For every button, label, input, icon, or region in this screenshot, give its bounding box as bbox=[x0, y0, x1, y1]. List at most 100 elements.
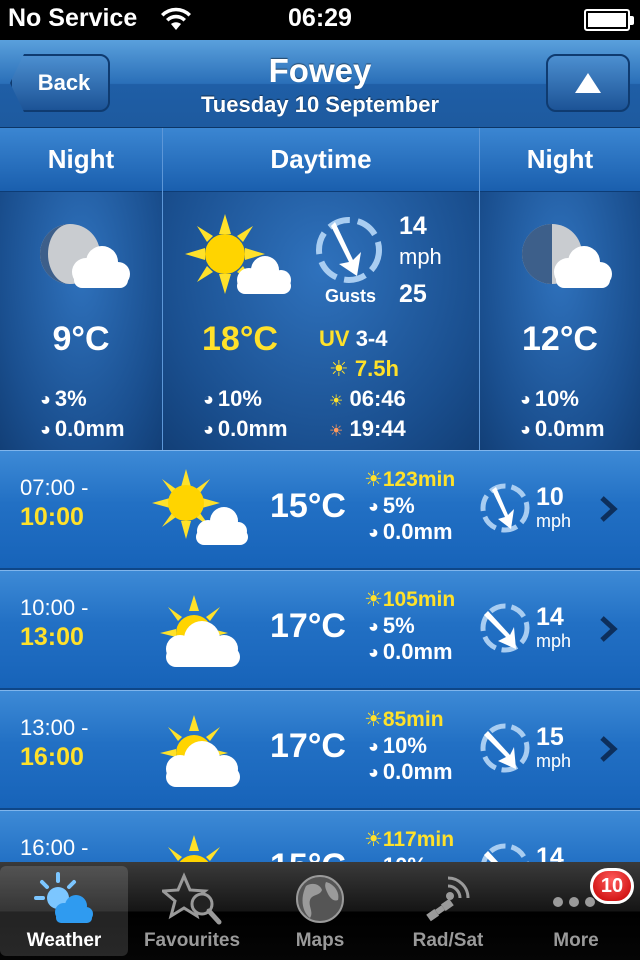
summary-temperature: 9°C bbox=[52, 320, 110, 358]
sunshine-minutes: 85min bbox=[382, 708, 444, 731]
row-temperature: 17°C bbox=[270, 727, 346, 765]
tab-maps[interactable]: Maps bbox=[256, 862, 384, 960]
precip-amount: 0.0mm bbox=[534, 416, 605, 441]
summary-daytime: Daytime 14 mph Gusts 25 18°C UV 3-4 ☀ 7.… bbox=[162, 128, 479, 450]
wind-unit: mph bbox=[536, 511, 572, 531]
sun-cloud-icon bbox=[152, 469, 248, 545]
precip-amount: 0.0mm bbox=[217, 416, 288, 441]
cloud-sun-icon bbox=[168, 835, 220, 862]
chevron-right-icon bbox=[600, 496, 618, 522]
sun-icon: ☀ bbox=[364, 708, 383, 731]
period-start: 16:00 - bbox=[20, 835, 89, 860]
wind-unit: mph bbox=[399, 244, 442, 269]
precip-chance: 10% bbox=[534, 386, 579, 411]
tab-more[interactable]: 10 More bbox=[512, 862, 640, 960]
raindrop-icon: ◕ bbox=[368, 762, 379, 782]
raindrop-icon: ◕ bbox=[40, 419, 51, 439]
wind-unit: mph bbox=[536, 751, 572, 771]
cloud-sun-icon bbox=[160, 595, 240, 667]
summary-temperature: 12°C bbox=[522, 320, 598, 358]
sun-cloud-icon bbox=[185, 214, 291, 294]
tab-favourites[interactable]: Favourites bbox=[128, 862, 256, 960]
cloud-sun-icon bbox=[160, 715, 240, 787]
raindrop-icon: ◕ bbox=[368, 736, 379, 756]
sunshine-minutes: 123min bbox=[382, 468, 456, 491]
tab-bar: Weather Favourites Maps Rad/Sat 10 More bbox=[0, 862, 640, 960]
page-title: Fowey bbox=[268, 52, 372, 89]
sun-icon: ☀ bbox=[364, 828, 383, 851]
uv-label: UV bbox=[319, 326, 350, 351]
forecast-row[interactable]: 16:00 - 15°C ☀117min ◕10% 14 bbox=[0, 810, 640, 862]
row-temperature: 15°C bbox=[270, 487, 346, 525]
sunshine-minutes: 105min bbox=[382, 588, 456, 611]
page-subtitle: Tuesday 10 September bbox=[200, 92, 440, 117]
forecast-row[interactable]: 07:00 - 10:00 15°C ☀123min ◕ 5% ◕ 0.0mm 10… bbox=[0, 450, 640, 570]
tab-label: More bbox=[553, 930, 599, 951]
gusts-speed: 25 bbox=[399, 280, 427, 308]
notification-badge: 10 bbox=[590, 868, 634, 904]
raindrop-icon: ◕ bbox=[520, 389, 531, 409]
wind-direction-icon bbox=[480, 723, 530, 773]
weather-icon bbox=[34, 872, 93, 923]
moon-cloud-icon bbox=[40, 224, 130, 288]
raindrop-icon: ◕ bbox=[368, 522, 379, 542]
period-start: 13:00 - bbox=[20, 715, 89, 740]
wind-unit: mph bbox=[536, 631, 572, 651]
sunshine-hours: 7.5h bbox=[354, 356, 399, 381]
wind-speed: 10 bbox=[536, 483, 564, 511]
precip-amount: 0.0mm bbox=[382, 519, 453, 544]
raindrop-icon: ◕ bbox=[40, 389, 51, 409]
precip-chance: 5% bbox=[382, 613, 415, 638]
row-temperature: 17°C bbox=[270, 607, 346, 645]
precip-chance: 5% bbox=[382, 493, 415, 518]
wind-direction-icon bbox=[316, 217, 382, 283]
precip-amount: 0.0mm bbox=[382, 759, 453, 784]
star-search-icon bbox=[162, 872, 222, 925]
raindrop-icon: ◕ bbox=[368, 642, 379, 662]
precip-chance: 10% bbox=[383, 853, 427, 862]
globe-icon bbox=[296, 875, 344, 923]
tab-label: Weather bbox=[26, 930, 102, 951]
summary-night-early: Night 9°C ◕ 3% ◕ 0.0mm bbox=[0, 128, 162, 450]
up-arrow-icon bbox=[575, 73, 601, 93]
sunrise-icon: ☀ bbox=[329, 393, 344, 410]
precip-chance: 10% bbox=[217, 386, 262, 411]
tab-label: Maps bbox=[295, 930, 345, 951]
wind-direction-icon bbox=[480, 483, 530, 533]
forecast-row[interactable]: 13:00 - 16:00 17°C ☀85min ◕ 10% ◕ 0.0mm 15… bbox=[0, 690, 640, 810]
wind-speed: 14 bbox=[536, 843, 564, 862]
wind-direction-icon bbox=[480, 603, 530, 653]
column-header: Night bbox=[0, 128, 162, 192]
navigation-bar: Back Fowey Tuesday 10 September bbox=[0, 40, 640, 128]
precip-chance: 3% bbox=[54, 386, 87, 411]
forecast-row[interactable]: 10:00 - 13:00 17°C ☀105min ◕ 5% ◕ 0.0mm 14… bbox=[0, 570, 640, 690]
scroll-up-button[interactable] bbox=[546, 54, 630, 112]
precip-amount: 0.0mm bbox=[54, 416, 125, 441]
raindrop-icon: ◕ bbox=[203, 419, 214, 439]
wind-speed: 15 bbox=[536, 723, 564, 751]
status-time: 06:29 bbox=[288, 4, 352, 32]
raindrop-icon: ◕ bbox=[520, 419, 531, 439]
wind-direction-icon bbox=[481, 843, 529, 862]
sun-icon: ☀ bbox=[364, 588, 383, 611]
battery-icon bbox=[584, 9, 634, 31]
status-bar: No Service 06:29 bbox=[0, 0, 640, 40]
wind-speed: 14 bbox=[536, 603, 564, 631]
period-start: 07:00 - bbox=[20, 475, 89, 500]
period-end: 10:00 bbox=[20, 503, 84, 531]
tab-weather[interactable]: Weather bbox=[0, 866, 128, 956]
period-end: 13:00 bbox=[20, 623, 84, 651]
sunset-icon: ☀ bbox=[329, 423, 344, 440]
wind-speed: 14 bbox=[399, 212, 427, 240]
sun-icon: ☀ bbox=[329, 356, 349, 381]
tab-label: Favourites bbox=[143, 930, 241, 951]
forecast-list: 07:00 - 10:00 15°C ☀123min ◕ 5% ◕ 0.0mm 10… bbox=[0, 450, 640, 862]
uv-value: 3-4 bbox=[355, 326, 388, 351]
column-header: Daytime bbox=[163, 128, 479, 192]
satellite-icon bbox=[426, 876, 470, 922]
sunrise-time: 06:46 bbox=[349, 386, 406, 411]
row-temperature: 15°C bbox=[270, 847, 346, 862]
raindrop-icon: ◕ bbox=[368, 496, 379, 516]
sunset-time: 19:44 bbox=[349, 416, 406, 441]
tab-rad-sat[interactable]: Rad/Sat bbox=[384, 862, 512, 960]
